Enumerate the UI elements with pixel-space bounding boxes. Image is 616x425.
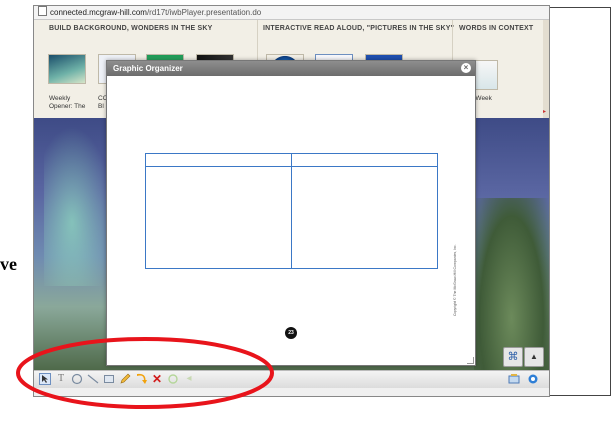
page-icon xyxy=(38,6,47,16)
undo-tool-icon[interactable] xyxy=(135,373,147,385)
right-frame xyxy=(548,7,611,396)
scroll-right-icon[interactable]: ▸ xyxy=(543,108,546,115)
trees-image xyxy=(474,198,549,370)
section-title-words-in-context: WORDS IN CONTEXT xyxy=(459,25,534,32)
section-title-build-background: BUILD BACKGROUND, WONDERS IN THE SKY xyxy=(49,25,213,32)
shape-tool-icon[interactable] xyxy=(71,373,83,385)
copyright-text: Copyright © The McGraw-Hill Companies, I… xyxy=(453,244,457,316)
dialog-titlebar[interactable]: Graphic Organizer × xyxy=(107,61,475,76)
dialog-title: Graphic Organizer xyxy=(113,64,183,73)
aurora-image xyxy=(44,126,114,286)
url-bar[interactable]: connected.mcgraw-hill.com/rd17t/iwbPlaye… xyxy=(34,6,549,20)
resize-grip-icon[interactable] xyxy=(467,357,474,364)
thumbnail-label: Weekly Opener: The xyxy=(49,95,86,110)
organizer-table[interactable] xyxy=(145,153,438,269)
back-tool-icon[interactable]: ◂ xyxy=(183,373,195,385)
side-text-fragment: ve xyxy=(0,254,17,274)
browser-window: connected.mcgraw-hill.com/rd17t/iwbPlaye… xyxy=(33,5,550,397)
annotation-toolbar: T ✕ ◂ xyxy=(34,370,549,388)
chevron-up-icon[interactable]: ▲ xyxy=(524,347,544,367)
rectangle-tool-icon[interactable] xyxy=(103,373,115,385)
lesson-thumbnail[interactable] xyxy=(48,54,86,84)
select-tool-icon[interactable] xyxy=(39,373,51,385)
text-tool-icon[interactable]: T xyxy=(55,373,67,385)
url-domain: connected.mcgraw-hill.com xyxy=(50,8,147,17)
delete-tool-icon[interactable]: ✕ xyxy=(151,373,163,385)
graphic-organizer-dialog: Graphic Organizer × Copyright © The McGr… xyxy=(106,60,476,366)
table-column-divider xyxy=(291,154,292,268)
close-icon[interactable]: × xyxy=(461,63,471,73)
refresh-icon[interactable] xyxy=(527,373,539,385)
redo-tool-icon[interactable] xyxy=(167,373,179,385)
page-number-badge: 23 xyxy=(285,327,297,339)
url-path: /rd17t/iwbPlayer.presentation.do xyxy=(146,8,262,17)
section-title-read-aloud: INTERACTIVE READ ALOUD, "PICTURES IN THE… xyxy=(263,25,455,32)
status-strip xyxy=(34,388,549,396)
strip-scrollbar[interactable]: ▸ xyxy=(543,20,549,118)
line-tool-icon[interactable] xyxy=(87,373,99,385)
pencil-tool-icon[interactable] xyxy=(119,373,131,385)
network-icon[interactable]: ⌘ xyxy=(503,347,523,367)
present-icon[interactable] xyxy=(508,373,520,385)
